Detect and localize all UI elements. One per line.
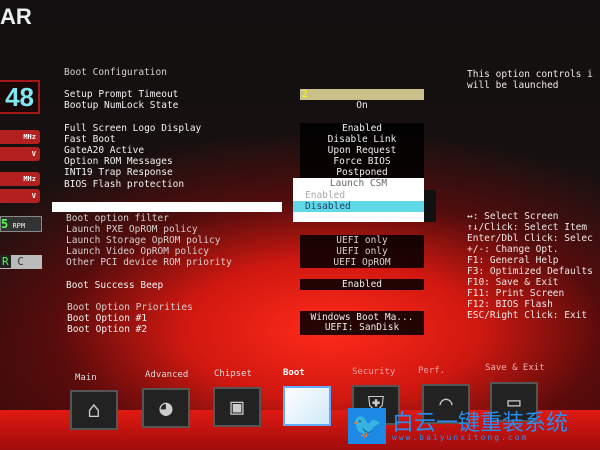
boot-option-1-label[interactable]: Boot Option #1	[67, 313, 147, 324]
key-hint: ESC/Right Click: Exit	[467, 310, 588, 321]
section-title: Boot Configuration	[64, 67, 167, 78]
setting-value[interactable]: UEFI only	[300, 246, 424, 257]
key-hint: ↔: Select Screen	[467, 211, 559, 222]
setting-label[interactable]: BIOS Flash protection	[64, 179, 184, 190]
setting-label[interactable]: Launch PXE OpROM policy	[66, 224, 198, 235]
setting-label[interactable]: Bootup NumLock State	[64, 100, 178, 111]
tab-save-exit[interactable]: Save & Exit	[485, 363, 545, 373]
help-text: This option controls i	[467, 69, 593, 80]
setting-label[interactable]: Full Screen Logo Display	[64, 123, 201, 134]
timeout-input[interactable]: 2	[300, 89, 424, 100]
key-hint: F12: BIOS Flash	[467, 299, 553, 310]
boot-option-2-value[interactable]: UEFI: SanDisk	[300, 322, 424, 333]
setting-label[interactable]: Fast Boot	[64, 134, 115, 145]
tab-main[interactable]: Main	[75, 373, 97, 383]
mem-freq: MHz	[0, 172, 40, 186]
house-icon[interactable]: ⌂	[70, 390, 118, 430]
setting-value[interactable]: Postponed	[300, 167, 424, 178]
setting-label[interactable]: Other PCI device ROM priority	[66, 257, 232, 268]
setting-label[interactable]: Launch Storage OpROM policy	[66, 235, 220, 246]
tab-perf[interactable]: Perf.	[418, 366, 445, 376]
setting-label[interactable]: INT19 Trap Response	[64, 167, 173, 178]
clock-display: 48	[0, 80, 40, 114]
setting-value[interactable]: On	[300, 100, 424, 111]
setting-value[interactable]: Force BIOS	[300, 156, 424, 167]
chip-icon[interactable]: ▣	[213, 387, 261, 427]
setting-label[interactable]: GateA20 Active	[64, 145, 144, 156]
bird-logo-icon: 🐦	[348, 408, 386, 444]
setting-value[interactable]: Enabled	[300, 123, 424, 134]
key-hint: Enter/Dbl Click: Selec	[467, 233, 593, 244]
temperature: R C	[0, 255, 42, 269]
launch-csm-popup: Launch CSM Enabled Disabled	[293, 178, 424, 222]
setting-label[interactable]: Launch Video OpROM policy	[66, 246, 209, 257]
tab-advanced[interactable]: Advanced	[145, 370, 188, 380]
popup-option-enabled[interactable]: Enabled	[293, 190, 424, 201]
priorities-title: Boot Option Priorities	[67, 302, 193, 313]
setting-value[interactable]: Upon Request	[300, 145, 424, 156]
fan-speed: 5 RPM	[0, 216, 42, 232]
key-hint: F3: Optimized Defaults	[467, 266, 593, 277]
help-text: will be launched	[467, 80, 559, 91]
setting-value[interactable]: Disable Link	[300, 134, 424, 145]
setting-label[interactable]: Boot Success Beep	[66, 280, 163, 291]
key-hint: F1: General Help	[467, 255, 559, 266]
watermark-url: www.baiyunxitong.com	[392, 433, 529, 442]
setting-value[interactable]: UEFI only	[300, 235, 424, 246]
cpu-volt: V	[0, 147, 40, 161]
joystick-icon[interactable]: ◕	[142, 388, 190, 428]
cpu-freq: MHz	[0, 130, 40, 144]
setting-label[interactable]: Boot option filter	[66, 213, 169, 224]
boot-option-2-label[interactable]: Boot Option #2	[67, 324, 147, 335]
tab-security[interactable]: Security	[352, 367, 395, 377]
key-hint: +/-: Change Opt.	[467, 244, 559, 255]
mem-volt: V	[0, 189, 40, 203]
setting-value[interactable]: UEFI OpROM	[300, 257, 424, 268]
setting-label[interactable]: Setup Prompt Timeout	[64, 89, 178, 100]
tab-boot[interactable]: Boot	[283, 368, 305, 378]
brand-logo: AR	[0, 4, 32, 29]
key-hint: ↑↓/Click: Select Item	[467, 222, 588, 233]
tab-chipset[interactable]: Chipset	[214, 369, 252, 379]
popup-option-disabled[interactable]: Disabled	[293, 201, 424, 212]
setting-label[interactable]: Option ROM Messages	[64, 156, 173, 167]
drive-icon[interactable]	[283, 386, 331, 426]
setting-value[interactable]: Enabled	[300, 279, 424, 290]
popup-title: Launch CSM	[329, 178, 388, 189]
selected-row-highlight[interactable]	[52, 202, 282, 212]
key-hint: F11: Print Screen	[467, 288, 565, 299]
key-hint: F10: Save & Exit	[467, 277, 559, 288]
